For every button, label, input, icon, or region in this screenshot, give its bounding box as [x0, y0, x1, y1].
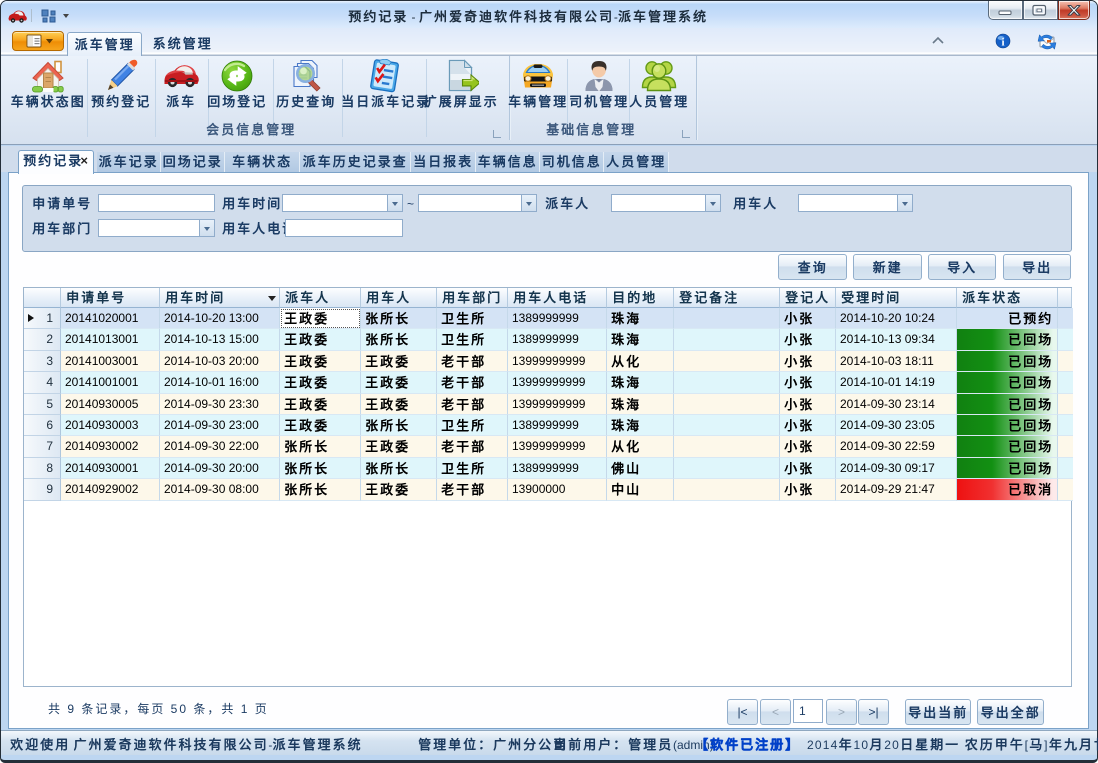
svg-text:i: i [1001, 37, 1004, 49]
